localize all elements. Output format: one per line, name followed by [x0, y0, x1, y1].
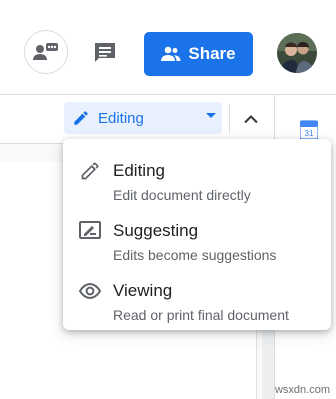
toolbar: Editing	[0, 95, 274, 144]
avatar-photo	[277, 33, 317, 73]
chevron-up-icon	[244, 114, 258, 124]
dropdown-caret-icon	[206, 113, 216, 118]
collaborators-icon	[33, 43, 58, 60]
people-icon	[161, 46, 181, 61]
toolbar-divider	[229, 104, 230, 134]
collaborators-button[interactable]	[24, 30, 68, 74]
collapse-menus-button[interactable]	[238, 104, 264, 134]
user-avatar[interactable]	[277, 33, 317, 73]
calendar-icon[interactable]: 31	[300, 119, 318, 139]
mode-dropdown-menu: Editing Edit document directly Suggestin…	[63, 139, 331, 330]
pencil-icon	[79, 160, 101, 182]
editing-mode-button[interactable]: Editing	[64, 102, 222, 134]
share-button[interactable]: Share	[144, 32, 253, 76]
menu-item-description: Edits become suggestions	[113, 247, 277, 263]
calendar-day: 31	[305, 129, 314, 138]
menu-item-title: Editing	[113, 161, 165, 180]
comments-button[interactable]	[90, 38, 120, 68]
comment-icon	[95, 43, 115, 62]
menu-item-suggesting[interactable]: Suggesting Edits become suggestions	[63, 206, 331, 266]
watermark-text: wsxdn.com	[274, 384, 330, 396]
menu-item-description: Edit document directly	[113, 187, 251, 203]
menu-item-editing[interactable]: Editing Edit document directly	[63, 146, 331, 206]
menu-item-title: Suggesting	[113, 221, 199, 240]
top-app-bar: Share	[0, 0, 336, 95]
menu-item-title: Viewing	[113, 281, 173, 300]
mode-label: Editing	[98, 109, 144, 127]
share-label: Share	[188, 44, 236, 63]
menu-item-viewing[interactable]: Viewing Read or print final document	[63, 266, 331, 326]
eye-icon	[79, 280, 101, 302]
pencil-icon	[74, 111, 88, 125]
menu-item-description: Read or print final document	[113, 307, 289, 323]
suggest-icon	[79, 220, 101, 242]
